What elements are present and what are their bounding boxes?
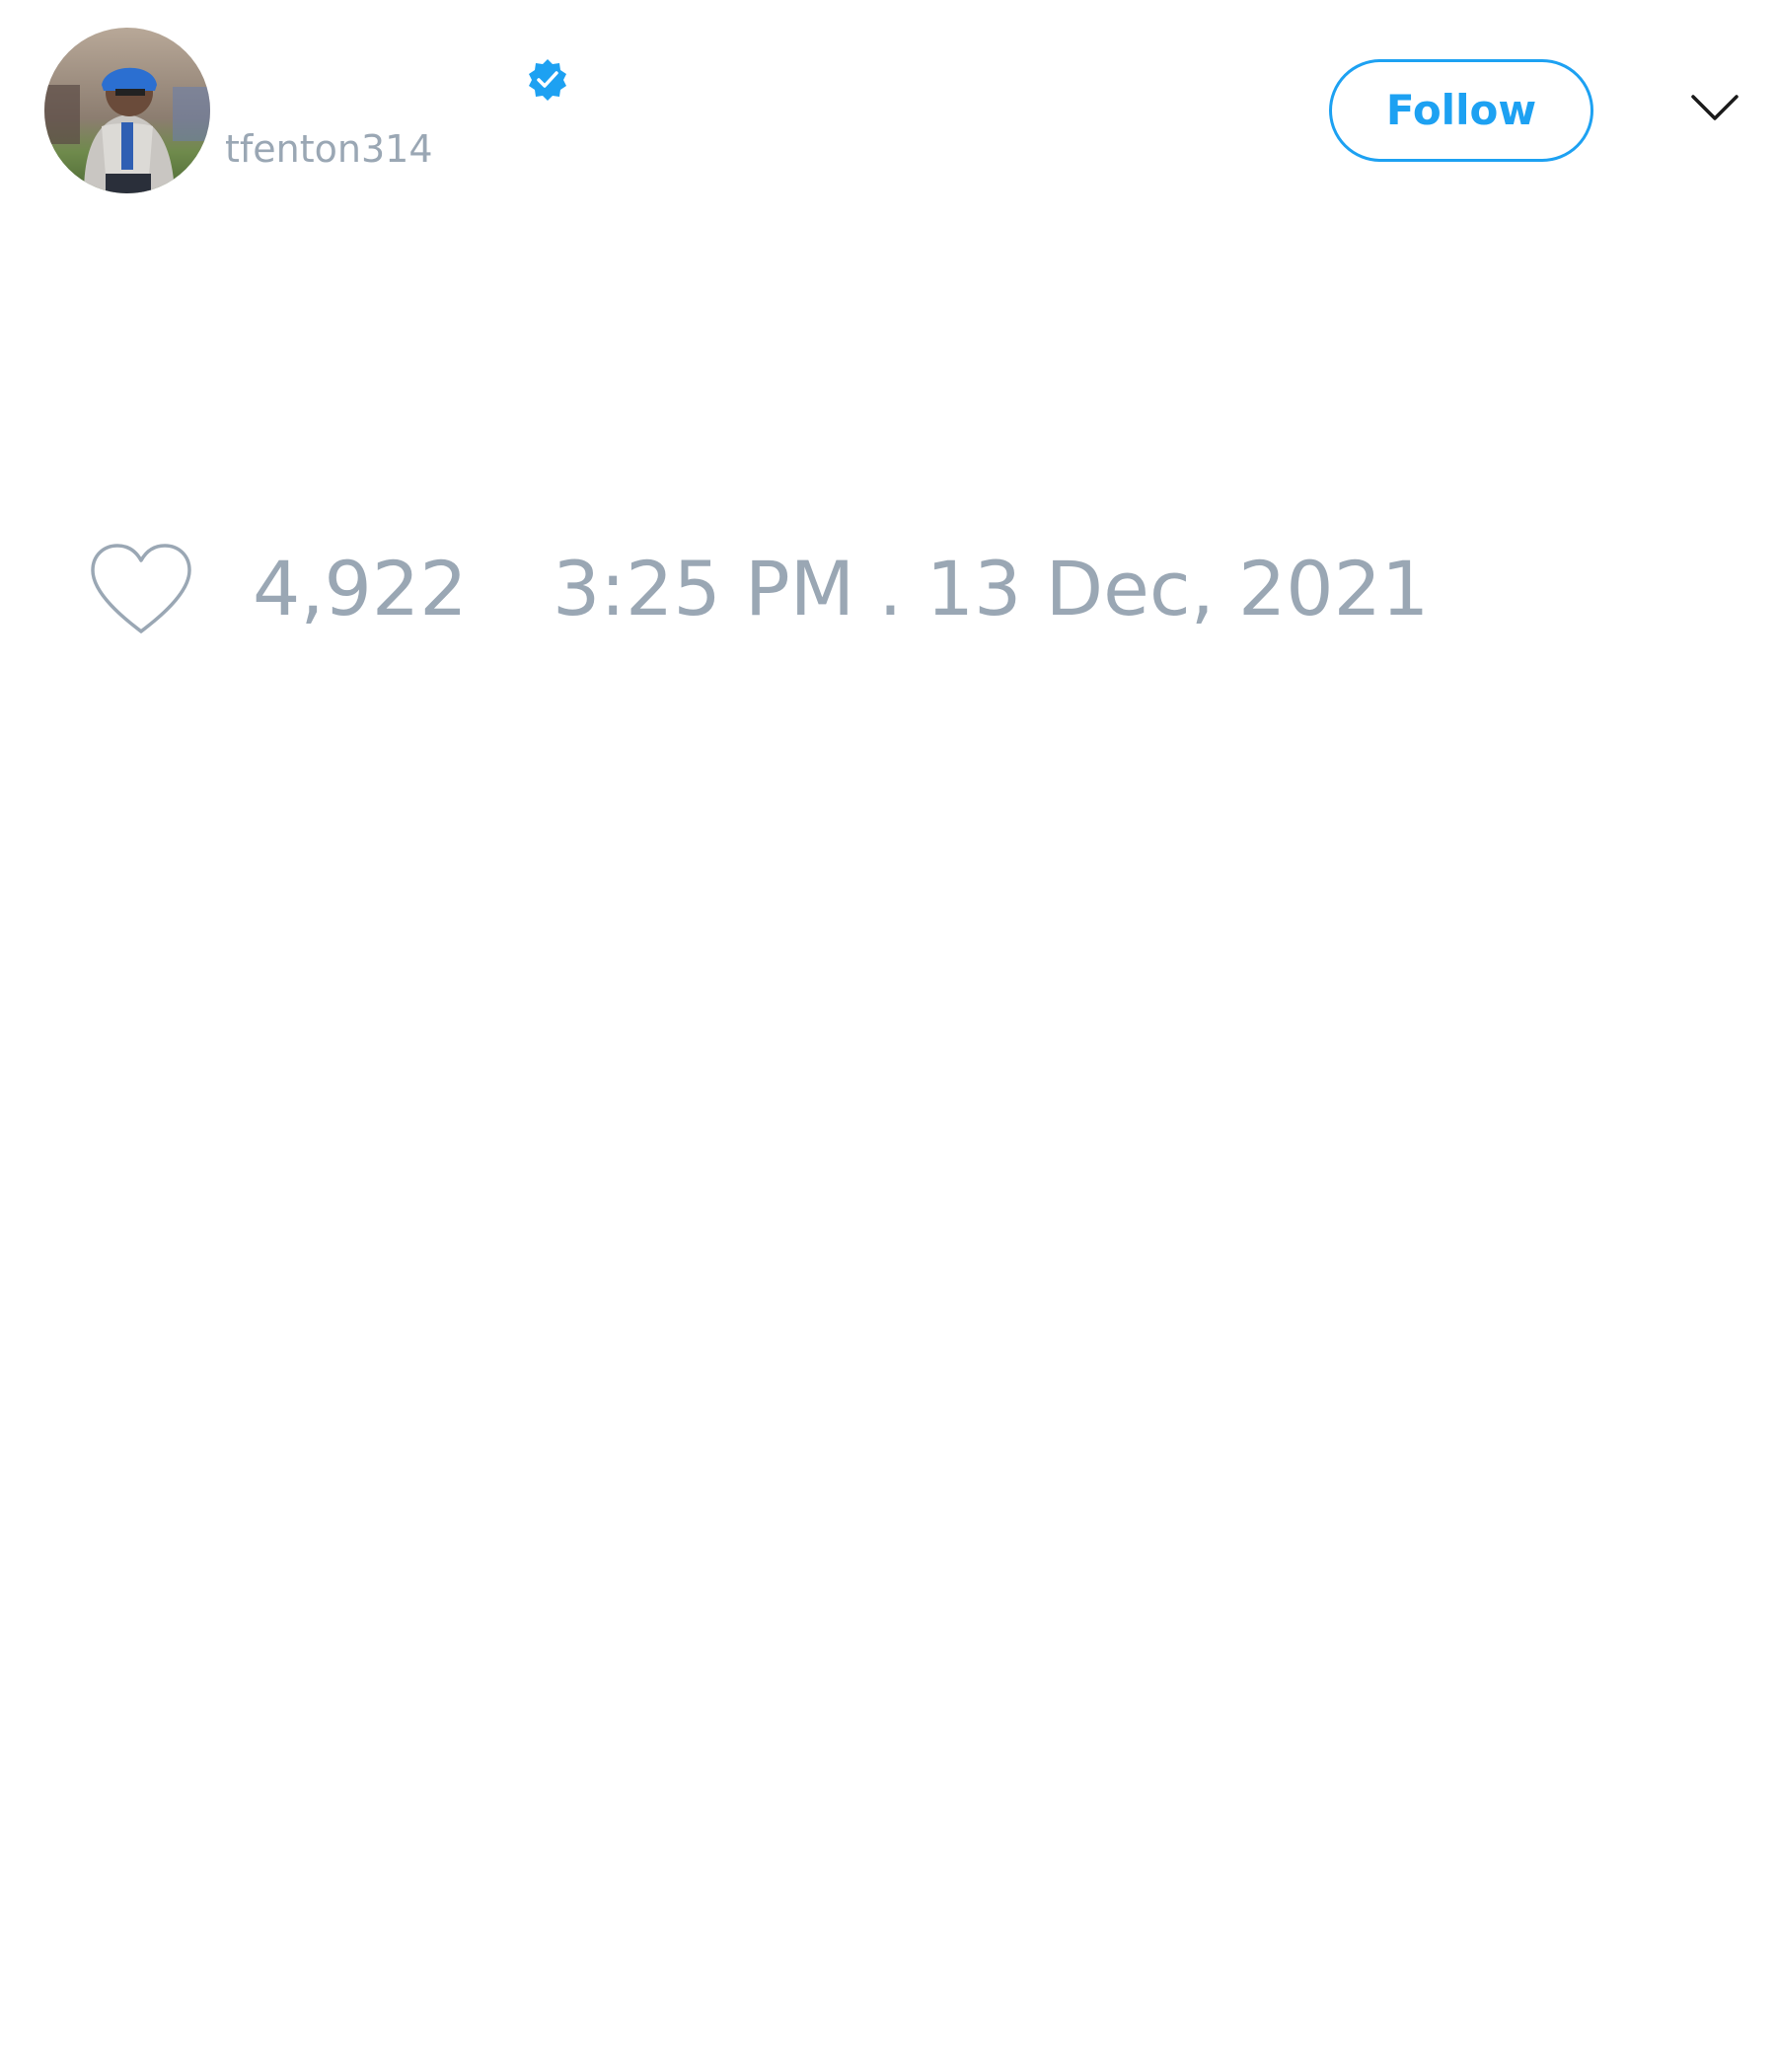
tweet-embed: tfenton314 Follow 4,922 3:25 PM . 13 Dec…	[0, 0, 1776, 2072]
follow-button[interactable]: Follow	[1329, 59, 1593, 162]
avatar[interactable]	[44, 28, 210, 193]
author-handle[interactable]: tfenton314	[225, 126, 433, 172]
chevron-down-icon[interactable]	[1689, 89, 1740, 126]
heart-icon[interactable]	[87, 541, 195, 637]
avatar-photo	[44, 28, 210, 193]
tweet-timestamp[interactable]: 3:25 PM . 13 Dec, 2021	[553, 545, 1429, 633]
like-count: 4,922	[253, 545, 468, 632]
verified-badge-icon	[525, 57, 570, 103]
